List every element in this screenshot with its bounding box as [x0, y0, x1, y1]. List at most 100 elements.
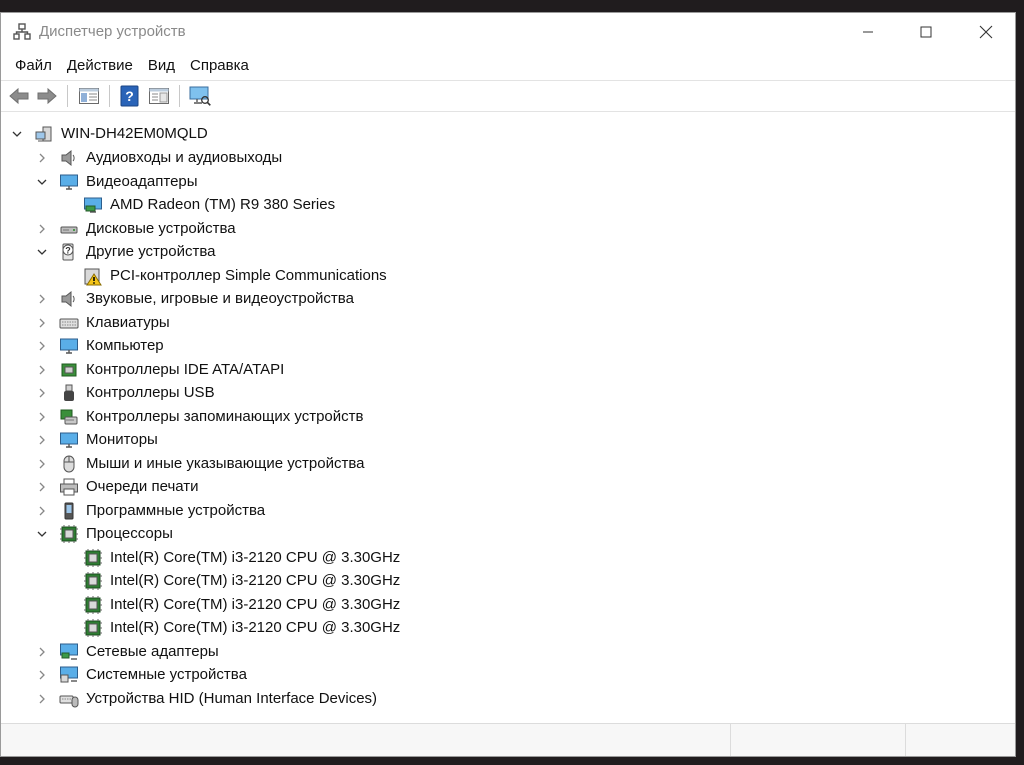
warning-device-icon [84, 268, 102, 285]
chevron-right-icon[interactable] [36, 693, 48, 705]
maximize-button[interactable] [897, 13, 955, 51]
svg-text:?: ? [125, 88, 134, 104]
computer-tower-icon [35, 126, 52, 142]
scan-monitor-icon [189, 86, 211, 106]
help-button[interactable]: ? [118, 84, 142, 108]
chevron-right-icon[interactable] [36, 669, 48, 681]
cpu-icon [84, 572, 102, 590]
computer-name: WIN-DH42EM0MQLD [61, 125, 208, 142]
tree-item-label: Аудиовходы и аудиовыходы [86, 149, 283, 166]
printer-icon [60, 478, 78, 496]
scan-hardware-button[interactable] [188, 84, 212, 108]
minimize-icon [863, 31, 873, 33]
tree-item-label: Дисковые устройства [86, 219, 236, 237]
mouse-icon [63, 455, 75, 472]
status-pane [905, 724, 906, 756]
tree-item-label: Контроллеры IDE ATA/ATAPI [86, 360, 285, 378]
forward-button[interactable] [35, 84, 59, 108]
tree-item-label: Intel(R) Core(TM) i3-2120 CPU @ 3.30GHz [110, 595, 401, 613]
tree-item-label: Очереди печати [86, 478, 199, 495]
tree-item-label: Мыши и иные указывающие устройства [86, 454, 365, 472]
chevron-right-icon[interactable] [36, 152, 48, 164]
help-icon: ? [120, 85, 139, 107]
storage-controller-icon [60, 409, 78, 424]
chevron-down-icon[interactable] [36, 528, 48, 540]
chevron-right-icon[interactable] [36, 223, 48, 235]
minimize-button[interactable] [839, 13, 897, 51]
close-button[interactable] [957, 13, 1015, 51]
menu-help[interactable]: Справка [183, 54, 257, 78]
tree-item-label: Процессоры [86, 525, 173, 542]
cpu-icon [84, 595, 102, 614]
toolbar-separator [67, 85, 68, 107]
chevron-right-icon[interactable] [36, 458, 48, 470]
monitor-icon [60, 432, 78, 448]
toolbar-separator [109, 85, 110, 107]
tree-item-label: Системные устройства [86, 666, 247, 683]
arrow-left-icon [9, 87, 29, 105]
tree-item-label: Сетевые адаптеры [86, 642, 219, 660]
chevron-right-icon[interactable] [36, 293, 48, 305]
tree-item-label: Компьютер [86, 337, 164, 354]
chevron-right-icon[interactable] [36, 505, 48, 517]
chevron-right-icon[interactable] [36, 340, 48, 352]
show-hide-console-tree-button[interactable] [77, 84, 101, 108]
status-bar [1, 723, 1015, 756]
svg-text:?: ? [65, 246, 71, 256]
menu-action[interactable]: Действие [60, 54, 141, 78]
maximize-icon [920, 26, 932, 38]
chevron-down-icon[interactable] [36, 246, 48, 258]
tree-item-label: Другие устройства [86, 243, 216, 260]
device-tree: WIN-DH42EM0MQLD Аудиовходы и аудиовыходы… [2, 115, 1014, 723]
network-icon [60, 643, 78, 660]
chevron-right-icon[interactable] [36, 317, 48, 329]
close-icon [979, 25, 993, 39]
speaker-icon [61, 149, 75, 167]
cpu-icon [84, 619, 102, 637]
title-bar[interactable]: Диспетчер устройств [1, 13, 1015, 51]
window-title: Диспетчер устройств [39, 23, 186, 40]
speaker-icon [61, 290, 75, 308]
chevron-down-icon[interactable] [36, 176, 48, 188]
chevron-right-icon[interactable] [36, 434, 48, 446]
hid-icon [59, 695, 79, 707]
disk-icon [60, 226, 78, 233]
chevron-right-icon[interactable] [36, 411, 48, 423]
cpu-icon [60, 525, 78, 543]
tree-item-label: AMD Radeon (TM) R9 380 Series [110, 196, 336, 213]
chevron-down-icon[interactable] [11, 128, 23, 140]
chevron-right-icon[interactable] [36, 364, 48, 376]
device-manager-window: Диспетчер устройств Файл Действие Вид Сп… [0, 12, 1016, 757]
tree-item-label: Клавиатуры [86, 313, 170, 331]
tree-item-label: Устройства HID (Human Interface Devices) [86, 689, 378, 707]
console-tree-icon [79, 88, 99, 104]
toolbar-separator [179, 85, 180, 107]
display-adapter-icon [84, 197, 102, 213]
tree-item-label: Intel(R) Core(TM) i3-2120 CPU @ 3.30GHz [110, 572, 401, 589]
menu-bar: Файл Действие Вид Справка [1, 54, 257, 78]
monitor-icon [60, 338, 78, 354]
tree-item-label: Intel(R) Core(TM) i3-2120 CPU @ 3.30GHz [110, 619, 401, 636]
status-pane [730, 724, 731, 756]
unknown-device-icon: ? [62, 243, 74, 261]
toolbar-divider [1, 111, 1015, 112]
toolbar: ? [1, 81, 1015, 111]
system-icon [60, 666, 78, 683]
chevron-right-icon[interactable] [36, 387, 48, 399]
tree-item-label: PCI-контроллер Simple Communications [110, 266, 387, 284]
menu-view[interactable]: Вид [141, 54, 183, 78]
ide-controller-icon [61, 363, 77, 376]
cpu-icon [84, 548, 102, 567]
tree-item-label: Intel(R) Core(TM) i3-2120 CPU @ 3.30GHz [110, 548, 401, 566]
properties-button[interactable] [147, 84, 171, 108]
tree-item-label: Мониторы [86, 431, 158, 448]
tree-item-label: Видеоадаптеры [86, 172, 198, 190]
chevron-right-icon[interactable] [36, 646, 48, 658]
monitor-icon [60, 174, 78, 190]
chevron-right-icon[interactable] [36, 481, 48, 493]
usb-icon [64, 384, 74, 401]
menu-file[interactable]: Файл [1, 54, 60, 78]
tree-item-label: Программные устройства [86, 501, 266, 519]
back-button[interactable] [7, 84, 31, 108]
keyboard-icon [59, 318, 79, 328]
